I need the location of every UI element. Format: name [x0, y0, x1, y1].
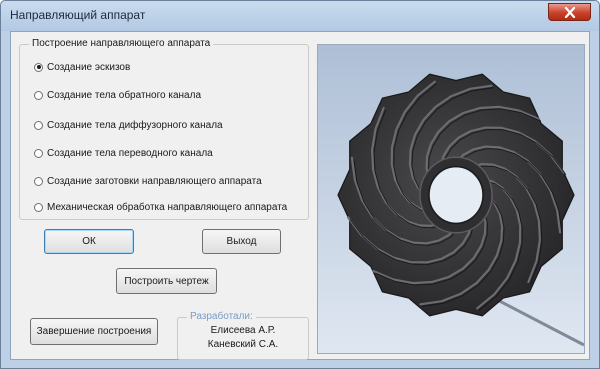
ok-button[interactable]: ОК	[44, 229, 134, 254]
option-label: Создание тела обратного канала	[47, 89, 202, 101]
exit-button[interactable]: Выход	[202, 229, 281, 254]
option-sketches[interactable]: Создание эскизов	[34, 59, 130, 75]
option-transfer-channel-body[interactable]: Создание тела переводного канала	[34, 145, 213, 161]
option-diffuser-channel-body[interactable]: Создание тела диффузорного канала	[34, 117, 223, 133]
model-preview	[317, 44, 585, 354]
close-button[interactable]	[548, 3, 591, 21]
construction-group-label: Построение направляющего аппарата	[29, 38, 214, 49]
radio-button[interactable]	[34, 176, 43, 186]
option-label: Механическая обработка направляющего апп…	[47, 201, 288, 213]
option-machining[interactable]: Механическая обработка направляющего апп…	[34, 199, 287, 215]
radio-button[interactable]	[34, 148, 43, 158]
option-label: Создание эскизов	[47, 61, 131, 73]
dialog-client-area: Построение направляющего аппарата Создан…	[10, 31, 590, 360]
credit-author: Елисеева А.Р.	[210, 325, 276, 336]
option-label: Создание заготовки направляющего аппарат…	[47, 175, 262, 187]
title-bar: Направляющий аппарат	[1, 1, 599, 31]
close-icon	[564, 7, 576, 18]
credits-group: Разработали: Елисеева А.Р. Каневский С.А…	[177, 311, 309, 360]
option-return-channel-body[interactable]: Создание тела обратного канала	[34, 87, 201, 103]
option-label: Создание тела переводного канала	[47, 147, 213, 159]
radio-button[interactable]	[34, 120, 43, 130]
credits-label: Разработали:	[187, 311, 256, 322]
credit-author: Каневский С.А.	[207, 339, 279, 350]
radio-button[interactable]	[34, 202, 43, 212]
build-drawing-button[interactable]: Построить чертеж	[116, 268, 217, 294]
guide-vane-model-icon	[318, 45, 584, 353]
finish-build-button[interactable]: Завершение построения	[30, 318, 158, 345]
radio-button[interactable]	[34, 62, 43, 72]
radio-button[interactable]	[34, 90, 43, 100]
option-blank[interactable]: Создание заготовки направляющего аппарат…	[34, 173, 262, 189]
option-label: Создание тела диффузорного канала	[47, 119, 223, 131]
window-title: Направляющий аппарат	[10, 8, 146, 22]
dialog-window: Направляющий аппарат Построение направля…	[0, 0, 600, 369]
construction-group: Построение направляющего аппарата Создан…	[19, 38, 309, 220]
